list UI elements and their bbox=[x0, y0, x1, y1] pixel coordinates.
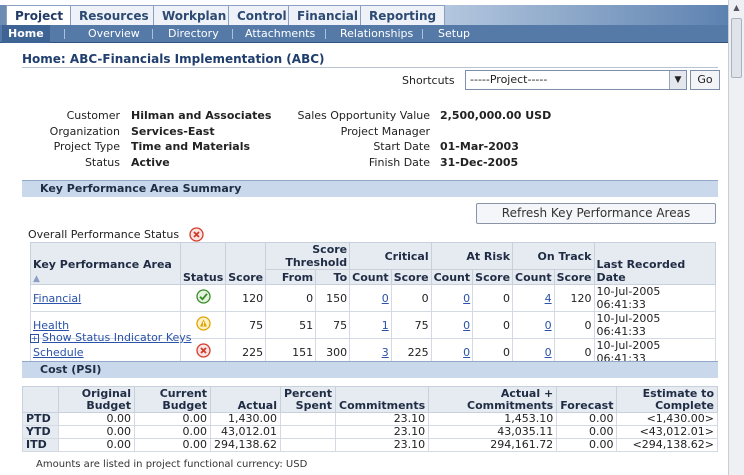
col-header-commitments: Commitments bbox=[335, 386, 430, 413]
tab-resources[interactable]: Resources bbox=[70, 5, 158, 25]
scroll-up-icon[interactable]: ▲ bbox=[729, 0, 744, 16]
table-row: Financial 120 0 150 0 0 0 0 4 120 10-Jul… bbox=[30, 284, 716, 312]
sort-ascending-icon[interactable]: ▲ bbox=[33, 274, 40, 284]
col-header-from: From bbox=[265, 269, 317, 285]
start-date-value: 01-Mar-2003 bbox=[440, 140, 519, 153]
customer-label: Customer bbox=[66, 109, 120, 122]
track-count-link[interactable]: 0 bbox=[545, 319, 552, 332]
col-header-critical-score: Score bbox=[390, 269, 432, 285]
col-header-last-recorded: Last Recorded Date bbox=[593, 242, 716, 285]
sales-opportunity-value: 2,500,000.00 USD bbox=[440, 109, 552, 122]
subnav-overview[interactable]: Overview bbox=[88, 25, 140, 43]
kpa-table: Key Performance Area ▲ Status Score Scor… bbox=[30, 242, 716, 366]
start-date-label: Start Date bbox=[373, 140, 430, 153]
subnav-relationships[interactable]: Relationships bbox=[340, 25, 413, 43]
finish-date-label: Finish Date bbox=[368, 156, 430, 169]
col-header-actual-commitments: Actual + Commitments bbox=[428, 386, 558, 413]
shortcuts-selected-value: -----Project----- bbox=[470, 73, 548, 86]
show-status-keys-label[interactable]: Show Status Indicator Keys bbox=[42, 331, 192, 344]
risk-count-link[interactable]: 0 bbox=[463, 292, 470, 305]
go-button[interactable]: Go bbox=[690, 70, 720, 90]
track-count-link[interactable]: 4 bbox=[545, 292, 552, 305]
col-header-percent-spent: Percent Spent bbox=[279, 386, 337, 413]
status-cell bbox=[179, 284, 227, 312]
subnav-home[interactable]: Home bbox=[2, 25, 50, 43]
cost-table: Original Budget Current Budget Actual Pe… bbox=[22, 386, 718, 452]
critical-status-icon bbox=[195, 343, 211, 361]
tab-control[interactable]: Control bbox=[228, 5, 296, 25]
organization-label: Organization bbox=[49, 125, 120, 138]
subnav-attachments[interactable]: Attachments bbox=[245, 25, 315, 43]
project-type-value: Time and Materials bbox=[131, 140, 251, 153]
page: Project Resources Workplan Control Finan… bbox=[0, 0, 744, 475]
shortcuts-label: Shortcuts bbox=[402, 74, 455, 87]
main-content: Project Resources Workplan Control Finan… bbox=[0, 0, 728, 475]
col-header-forecast: Forecast bbox=[556, 386, 618, 413]
shortcuts-select[interactable]: -----Project----- ▼ bbox=[465, 70, 687, 90]
kpa-link-schedule[interactable]: Schedule bbox=[33, 346, 84, 359]
tab-workplan[interactable]: Workplan bbox=[153, 5, 236, 25]
project-type-label: Project Type bbox=[53, 140, 120, 153]
title-divider bbox=[22, 67, 718, 68]
subnav-setup[interactable]: Setup bbox=[438, 25, 470, 43]
col-header-estimate-to-complete: Estimate to Complete bbox=[616, 386, 718, 413]
on-track-status-icon bbox=[195, 289, 211, 307]
col-header-original-budget: Original Budget bbox=[58, 386, 135, 413]
kpa-link-financial[interactable]: Financial bbox=[33, 292, 81, 305]
tab-bar: Project Resources Workplan Control Finan… bbox=[0, 0, 728, 25]
tab-project[interactable]: Project bbox=[6, 5, 73, 25]
customer-value: Hilman and Associates bbox=[131, 109, 272, 122]
table-row: ITD 0.00 0.00 294,138.62 23.10 294,161.7… bbox=[22, 438, 718, 452]
chevron-down-icon[interactable]: ▼ bbox=[669, 71, 686, 89]
cost-section-title: Cost (PSI) bbox=[40, 363, 102, 376]
project-manager-label: Project Manager bbox=[340, 125, 430, 138]
plus-icon[interactable]: + bbox=[30, 333, 39, 343]
sub-navigation: Home Overview Directory Attachments Rela… bbox=[0, 25, 728, 43]
risk-count-link[interactable]: 0 bbox=[463, 346, 470, 359]
col-header-actual: Actual bbox=[210, 386, 281, 413]
critical-count-link[interactable]: 1 bbox=[382, 319, 389, 332]
status-value: Active bbox=[131, 156, 170, 169]
tab-reporting[interactable]: Reporting bbox=[360, 5, 446, 25]
page-title: Home: ABC-Financials Implementation (ABC… bbox=[22, 52, 325, 66]
critical-count-link[interactable]: 3 bbox=[382, 346, 389, 359]
col-header-threshold: Score Threshold bbox=[265, 242, 351, 270]
risk-count-link[interactable]: 0 bbox=[463, 319, 470, 332]
currency-footnote: Amounts are listed in project functional… bbox=[36, 459, 308, 470]
critical-count-link[interactable]: 0 bbox=[382, 292, 389, 305]
kpa-section-title: Key Performance Area Summary bbox=[40, 182, 242, 195]
refresh-kpa-button[interactable]: Refresh Key Performance Areas bbox=[476, 203, 716, 224]
kpa-link-health[interactable]: Health bbox=[33, 319, 69, 332]
vertical-scrollbar[interactable]: ▲ bbox=[728, 0, 744, 475]
col-header-track-score: Score bbox=[553, 269, 595, 285]
cost-section-header: Cost (PSI) bbox=[22, 361, 718, 378]
col-header-critical-count: Count bbox=[349, 269, 392, 285]
subnav-directory[interactable]: Directory bbox=[168, 25, 219, 43]
scroll-thumb[interactable] bbox=[731, 18, 742, 78]
at-risk-status-icon bbox=[195, 316, 211, 334]
show-status-keys-link[interactable]: + Show Status Indicator Keys bbox=[30, 331, 192, 344]
sales-opportunity-label: Sales Opportunity Value bbox=[297, 109, 431, 122]
status-label: Status bbox=[84, 156, 120, 169]
col-header-track-count: Count bbox=[512, 269, 555, 285]
table-row: YTD 0.00 0.00 43,012.01 23.10 43,035.11 … bbox=[22, 425, 718, 439]
col-header-area[interactable]: Key Performance Area ▲ bbox=[30, 242, 181, 285]
col-header-critical: Critical bbox=[349, 242, 432, 270]
tab-financial[interactable]: Financial bbox=[288, 5, 367, 25]
table-row: PTD 0.00 0.00 1,430.00 23.10 1,453.10 0.… bbox=[22, 412, 718, 426]
overall-performance-label: Overall Performance Status bbox=[28, 228, 180, 241]
col-header-on-track: On Track bbox=[512, 242, 595, 270]
kpa-section-header: Key Performance Area Summary bbox=[22, 180, 718, 197]
col-header-risk-score: Score bbox=[472, 269, 514, 285]
finish-date-value: 31-Dec-2005 bbox=[440, 156, 519, 169]
col-header-at-risk: At Risk bbox=[430, 242, 514, 270]
col-header-to: To bbox=[315, 269, 351, 285]
col-header-current-budget: Current Budget bbox=[134, 386, 211, 413]
col-header-score: Score bbox=[225, 242, 267, 285]
organization-value: Services-East bbox=[131, 125, 215, 138]
col-header-status: Status bbox=[179, 242, 227, 285]
track-count-link[interactable]: 0 bbox=[545, 346, 552, 359]
col-header-risk-count: Count bbox=[430, 269, 474, 285]
